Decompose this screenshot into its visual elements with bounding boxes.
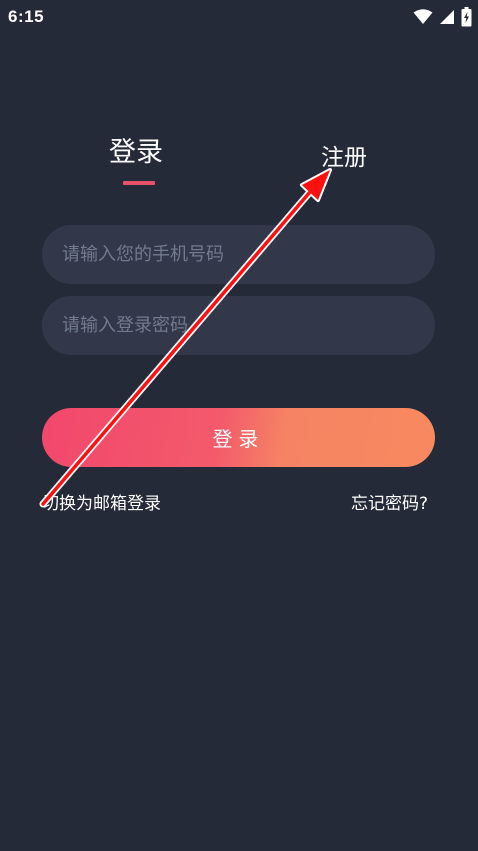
phone-input[interactable] (60, 243, 417, 266)
wifi-icon (413, 9, 433, 24)
login-button[interactable]: 登录 (42, 408, 435, 467)
signal-icon (440, 10, 454, 24)
battery-icon (461, 7, 472, 27)
tab-login[interactable]: 登录 (109, 130, 163, 169)
active-tab-indicator (123, 181, 155, 185)
status-icons (413, 6, 472, 28)
password-input[interactable] (60, 314, 417, 337)
status-bar: 6:15 (0, 0, 478, 34)
status-time: 6:15 (8, 7, 45, 26)
password-field (42, 296, 435, 355)
phone-field (42, 225, 435, 284)
auth-tabs: 登录 注册 (0, 130, 478, 190)
forgot-password-link[interactable]: 忘记密码? (351, 489, 428, 514)
tab-register[interactable]: 注册 (321, 138, 367, 172)
switch-to-email-login-link[interactable]: 切换为邮箱登录 (42, 489, 161, 514)
